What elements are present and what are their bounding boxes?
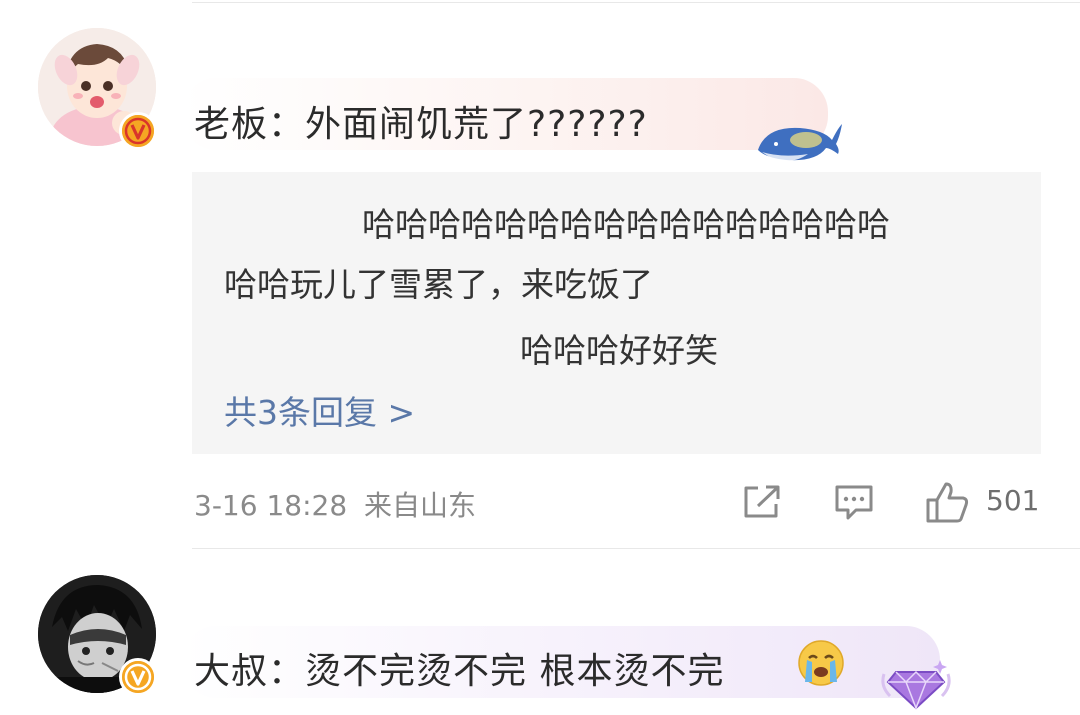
more-replies-link[interactable]: 共3条回复 > xyxy=(224,386,415,434)
reply-line-2: 哈哈玩儿了雪累了，来吃饭了 xyxy=(224,265,653,304)
reply-line-1: 哈哈哈哈哈哈哈哈哈哈哈哈哈哈哈哈 xyxy=(362,205,890,244)
share-icon[interactable] xyxy=(742,484,782,520)
verified-v-icon xyxy=(122,661,154,693)
comment-text-line[interactable]: 老板：外面闹饥荒了?????? xyxy=(194,95,648,147)
username[interactable]: 大叔 xyxy=(194,651,268,692)
blue-whale-icon xyxy=(758,124,842,162)
like-count: 501 xyxy=(986,484,1040,517)
username[interactable]: 老板 xyxy=(194,104,268,145)
reply-preview-box[interactable]: 哈哈哈哈哈哈哈哈哈哈哈哈哈哈哈哈 哈哈玩儿了雪累了，来吃饭了 哈哈哈好好笑 共3… xyxy=(192,172,1041,454)
reply-line-3: 哈哈哈好好笑 xyxy=(520,331,718,370)
comment-icon[interactable] xyxy=(834,484,874,522)
purple-gem-icon xyxy=(881,660,951,711)
verified-badge xyxy=(119,112,157,150)
comment-divider xyxy=(192,548,1080,549)
like-button[interactable]: 501 xyxy=(924,478,1044,524)
username-separator: ： xyxy=(268,104,306,145)
top-divider xyxy=(192,2,1080,3)
comment-body: 烫不完烫不完 根本烫不完 xyxy=(305,651,725,692)
username-separator: ： xyxy=(268,651,306,692)
timestamp: 3-16 18:28 xyxy=(194,489,348,522)
thumbs-up-icon xyxy=(926,482,969,523)
verified-badge xyxy=(119,658,157,696)
comment-meta: 3-16 18:28 来自山东 xyxy=(194,484,476,524)
comment-body: 外面闹饥荒了?????? xyxy=(305,104,648,145)
verified-v-icon xyxy=(122,115,154,147)
crying-emoji-icon xyxy=(798,640,844,686)
comment-text-line[interactable]: 大叔：烫不完烫不完 根本烫不完 xyxy=(194,642,724,694)
location: 来自山东 xyxy=(364,489,477,522)
